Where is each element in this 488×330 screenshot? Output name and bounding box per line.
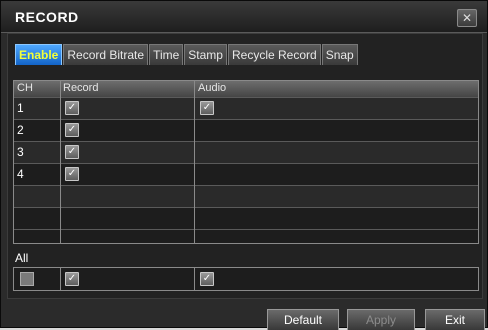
all-audio-checkbox[interactable]: ✓: [200, 272, 214, 286]
column-divider: [60, 268, 61, 290]
column-divider: [194, 268, 195, 290]
column-divider: [60, 81, 61, 243]
tab-bar: Enable Record Bitrate Time Stamp Recycle…: [15, 44, 359, 66]
audio-checkbox[interactable]: ✓: [200, 101, 214, 115]
channel-number: 1: [17, 101, 24, 115]
tab-enable[interactable]: Enable: [15, 44, 63, 65]
window-title: RECORD: [15, 9, 79, 25]
all-record-checkbox[interactable]: ✓: [65, 272, 79, 286]
row-divider: [14, 229, 478, 230]
header-record: Record: [63, 82, 99, 94]
record-window: RECORD ✕ Enable Record Bitrate Time Stam…: [0, 0, 488, 330]
apply-button[interactable]: Apply: [347, 309, 415, 330]
row-divider: [14, 207, 478, 208]
close-icon[interactable]: ✕: [457, 9, 477, 27]
tab-recycle-record[interactable]: Recycle Record: [227, 44, 321, 65]
channel-number: 2: [17, 123, 24, 137]
channel-number: 3: [17, 145, 24, 159]
tab-record-bitrate[interactable]: Record Bitrate: [63, 44, 149, 65]
table-row: 1 ✓ ✓: [14, 97, 478, 119]
channel-table: CH Record Audio 1 ✓ ✓ 2 ✓ 3 ✓ 4 ✓: [13, 80, 479, 244]
all-row: ✓ ✓: [13, 267, 479, 291]
table-header: CH Record Audio: [14, 81, 478, 97]
row-divider: [14, 163, 478, 164]
channel-number: 4: [17, 167, 24, 181]
row-divider: [14, 185, 478, 186]
row-divider: [14, 141, 478, 142]
table-row: 3 ✓: [14, 141, 478, 163]
table-row-empty: [14, 207, 478, 229]
default-button[interactable]: Default: [267, 309, 339, 330]
all-channel-checkbox[interactable]: [20, 272, 34, 286]
tab-snap[interactable]: Snap: [321, 44, 358, 65]
record-checkbox[interactable]: ✓: [65, 101, 79, 115]
table-row: 4 ✓: [14, 163, 478, 185]
exit-button[interactable]: Exit: [425, 309, 485, 330]
table-row-empty: [14, 185, 478, 207]
title-bar: RECORD ✕: [1, 1, 487, 33]
column-divider: [194, 81, 195, 243]
tab-time[interactable]: Time: [149, 44, 184, 65]
record-checkbox[interactable]: ✓: [65, 167, 79, 181]
header-audio: Audio: [198, 82, 227, 94]
row-divider: [14, 119, 478, 120]
record-checkbox[interactable]: ✓: [65, 145, 79, 159]
row-divider: [14, 97, 478, 98]
table-row: 2 ✓: [14, 119, 478, 141]
tab-stamp[interactable]: Stamp: [184, 44, 227, 65]
header-ch: CH: [17, 82, 33, 94]
all-label: All: [15, 251, 29, 265]
record-checkbox[interactable]: ✓: [65, 123, 79, 137]
